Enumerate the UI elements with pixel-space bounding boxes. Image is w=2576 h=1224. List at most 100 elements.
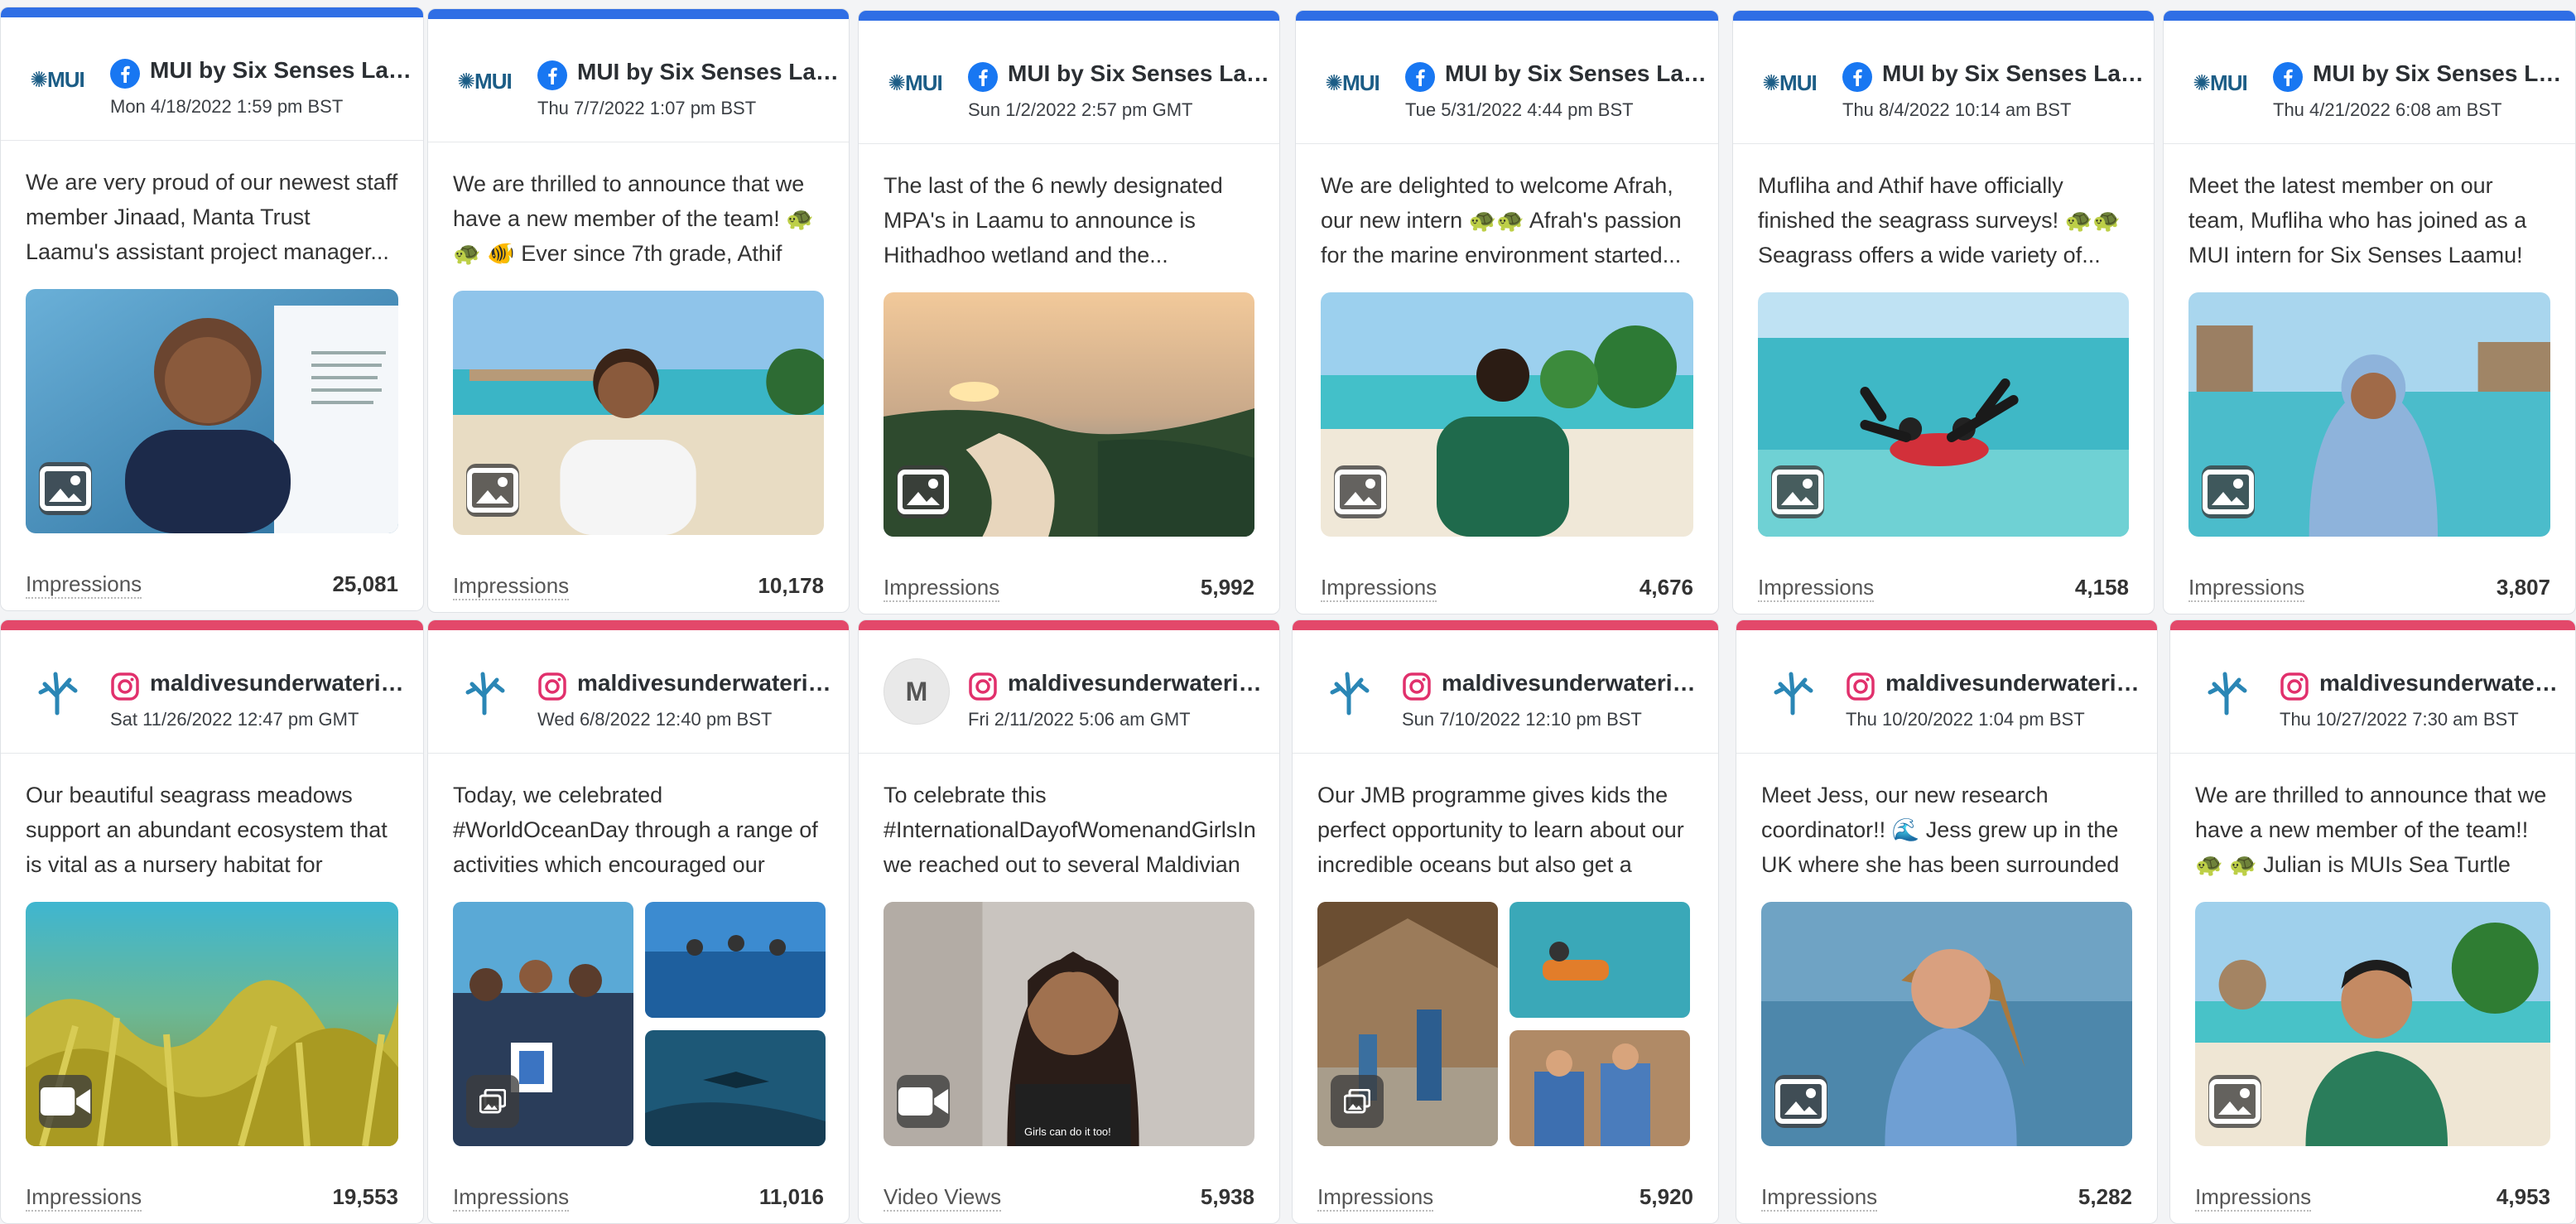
- account-name[interactable]: maldivesunderwaterini...: [1885, 670, 2147, 696]
- post-card[interactable]: maldivesunderwaterini... Sat 11/26/2022 …: [0, 619, 424, 1224]
- post-card[interactable]: maldivesunderwaterini... Thu 10/27/2022 …: [2169, 619, 2576, 1224]
- post-card[interactable]: ✺MUI MUI by Six Senses Laa... Thu 4/21/2…: [2163, 10, 2576, 614]
- metric-label[interactable]: Impressions: [26, 1183, 142, 1212]
- metric-label[interactable]: Impressions: [453, 1183, 570, 1212]
- metric-label[interactable]: Impressions: [1758, 574, 1875, 602]
- post-image[interactable]: [1758, 292, 2129, 537]
- post-date: Thu 8/4/2022 10:14 am BST: [1842, 99, 2072, 120]
- instagram-icon: [1847, 672, 1875, 701]
- post-card[interactable]: maldivesunderwaterini... Sun 7/10/2022 1…: [1292, 619, 1719, 1224]
- account-name[interactable]: MUI by Six Senses Laa...: [150, 57, 413, 84]
- avatar: ✺MUI: [2193, 70, 2247, 95]
- metric-label[interactable]: Impressions: [1321, 574, 1437, 602]
- metric-value: 5,282: [2078, 1184, 2132, 1209]
- metric-label[interactable]: Impressions: [1317, 1183, 1434, 1212]
- instagram-icon: [538, 672, 566, 701]
- facebook-icon: [968, 62, 998, 92]
- metric-label[interactable]: Video Views: [884, 1183, 1002, 1212]
- facebook-icon: [1842, 62, 1872, 92]
- post-carousel[interactable]: [1317, 902, 1693, 1146]
- metric-value: 11,016: [758, 1184, 824, 1209]
- post-text: We are very proud of our newest staff me…: [26, 170, 398, 264]
- image-icon: [2202, 465, 2255, 518]
- account-name[interactable]: maldivesunderwaterini...: [2319, 670, 2565, 696]
- post-text: Our JMB programme gives kids the perfect…: [1317, 783, 1684, 877]
- account-name[interactable]: maldivesunderwaterini...: [577, 670, 839, 696]
- avatar: [2193, 667, 2260, 717]
- post-image[interactable]: [1761, 902, 2132, 1146]
- image-icon: [2208, 1075, 2261, 1128]
- metric-label[interactable]: Impressions: [2188, 574, 2305, 602]
- post-header: ✺MUI MUI by Six Senses Laa... Thu 8/4/20…: [1733, 21, 2154, 144]
- post-text: Today, we celebrated #WorldOceanDay thro…: [453, 783, 818, 877]
- video-icon: [897, 1075, 950, 1128]
- post-header: ✺MUI MUI by Six Senses Laa... Tue 5/31/2…: [1296, 21, 1718, 144]
- metric-label[interactable]: Impressions: [1761, 1183, 1878, 1212]
- metric-label[interactable]: Impressions: [2195, 1183, 2312, 1212]
- post-text: We are delighted to welcome Afrah, our n…: [1321, 173, 1682, 267]
- post-image[interactable]: [2195, 902, 2550, 1146]
- image-icon: [1334, 465, 1387, 518]
- metric-value: 10,178: [758, 573, 824, 598]
- post-image[interactable]: [884, 292, 1254, 537]
- post-image[interactable]: [1321, 292, 1693, 537]
- post-image[interactable]: [2188, 292, 2550, 537]
- image-icon: [1774, 1075, 1827, 1128]
- post-card[interactable]: ✺MUI MUI by Six Senses Laa... Thu 8/4/20…: [1732, 10, 2155, 614]
- post-image[interactable]: [453, 291, 824, 535]
- instagram-icon: [2280, 672, 2309, 701]
- account-name[interactable]: MUI by Six Senses Laa...: [577, 59, 839, 85]
- video-icon: [39, 1075, 92, 1128]
- avatar: M: [884, 658, 950, 725]
- facebook-icon: [1405, 62, 1435, 92]
- coral-logo-icon: [1774, 672, 1813, 716]
- post-text: Mufliha and Athif have officially finish…: [1758, 173, 2121, 267]
- carousel-icon: [466, 1075, 519, 1128]
- post-date: Sat 11/26/2022 12:47 pm GMT: [110, 709, 359, 730]
- metric-value: 5,992: [1200, 575, 1254, 600]
- coral-logo-icon: [465, 672, 505, 716]
- post-text: The last of the 6 newly designated MPA's…: [884, 173, 1223, 267]
- metric-label[interactable]: Impressions: [26, 571, 142, 599]
- post-image[interactable]: [26, 289, 398, 533]
- coral-logo-icon: [2208, 672, 2247, 716]
- account-name[interactable]: MUI by Six Senses Laa...: [1008, 60, 1269, 87]
- account-name[interactable]: MUI by Six Senses Laa...: [1882, 60, 2144, 87]
- post-card[interactable]: maldivesunderwaterini... Wed 6/8/2022 12…: [427, 619, 850, 1224]
- instagram-color-bar: [859, 620, 1279, 630]
- post-card[interactable]: ✺MUI MUI by Six Senses Laa... Tue 5/31/2…: [1295, 10, 1719, 614]
- post-card[interactable]: ✺MUI MUI by Six Senses Laa... Sun 1/2/20…: [858, 10, 1280, 614]
- metric-label[interactable]: Impressions: [453, 572, 570, 600]
- post-video[interactable]: Girls can do it too!: [884, 902, 1254, 1146]
- post-carousel[interactable]: [453, 902, 826, 1146]
- avatar: [24, 667, 90, 717]
- post-video[interactable]: [26, 902, 398, 1146]
- account-name[interactable]: maldivesunderwaterini...: [1442, 670, 1708, 696]
- carousel-icon: [1331, 1075, 1384, 1128]
- post-date: Tue 5/31/2022 4:44 pm BST: [1405, 99, 1634, 120]
- account-name[interactable]: MUI by Six Senses Laa...: [2313, 60, 2565, 87]
- post-date: Thu 7/7/2022 1:07 pm BST: [537, 98, 757, 118]
- instagram-color-bar: [428, 620, 849, 630]
- post-date: Thu 10/27/2022 7:30 am BST: [2280, 709, 2519, 730]
- post-card[interactable]: ✺MUI MUI by Six Senses Laa... Mon 4/18/2…: [0, 7, 424, 611]
- coral-logo-icon: [38, 672, 78, 716]
- avatar: [1760, 667, 1826, 717]
- carousel-image: [645, 1030, 826, 1146]
- post-card[interactable]: maldivesunderwaterini... Thu 10/20/2022 …: [1736, 619, 2158, 1224]
- metric-label[interactable]: Impressions: [884, 574, 1000, 602]
- account-name[interactable]: maldivesunderwaterini...: [150, 670, 413, 696]
- account-name[interactable]: MUI by Six Senses Laa...: [1445, 60, 1708, 87]
- instagram-icon: [111, 672, 139, 701]
- post-text: We are thrilled to announce that we have…: [2195, 783, 2547, 877]
- instagram-icon: [969, 672, 997, 701]
- post-date: Sun 7/10/2022 12:10 pm BST: [1402, 709, 1642, 730]
- post-card[interactable]: M maldivesunderwaterini... Fri 2/11/2022…: [858, 619, 1280, 1224]
- account-name[interactable]: maldivesunderwaterini...: [1008, 670, 1269, 696]
- post-card[interactable]: ✺MUI MUI by Six Senses Laa... Thu 7/7/20…: [427, 8, 850, 613]
- image-icon: [39, 462, 92, 515]
- avatar: [451, 667, 518, 717]
- facebook-icon: [537, 60, 567, 90]
- metric-value: 4,953: [2496, 1184, 2550, 1209]
- carousel-image: [1509, 1030, 1690, 1146]
